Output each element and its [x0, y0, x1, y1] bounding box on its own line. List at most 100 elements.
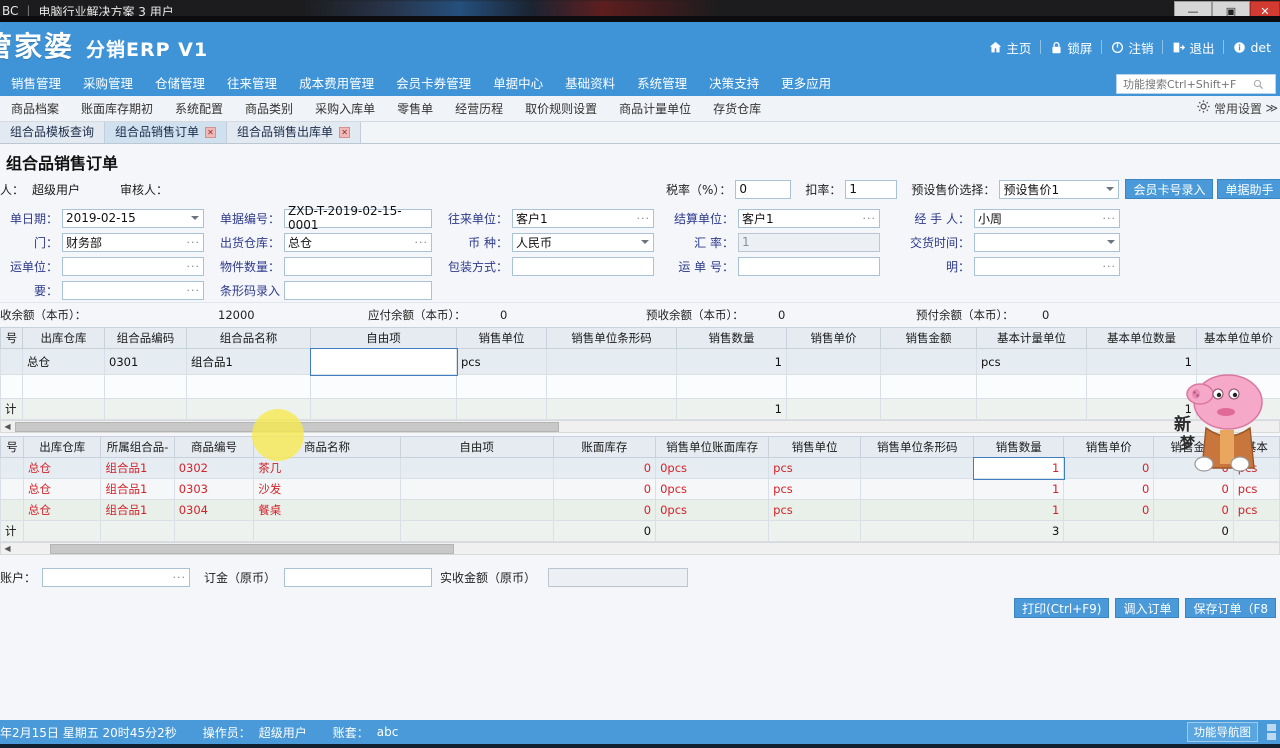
- cell-sales-price[interactable]: [787, 349, 881, 375]
- member-card-button[interactable]: 会员卡号录入: [1125, 179, 1213, 199]
- menu-item-basicdata[interactable]: 基础资料: [554, 72, 626, 96]
- submenu-item-inventory-warehouse[interactable]: 存货仓库: [702, 96, 772, 122]
- cell-sales-unit[interactable]: pcs: [769, 458, 861, 479]
- common-settings-button[interactable]: 常用设置: [1197, 96, 1262, 122]
- cell-sales-unit[interactable]: pcs: [457, 349, 547, 375]
- lookup-icon[interactable]: ···: [637, 213, 651, 224]
- lookup-icon[interactable]: ···: [1103, 213, 1117, 224]
- menu-item-sales[interactable]: 销售管理: [0, 72, 72, 96]
- cell-base-unit[interactable]: pcs: [977, 349, 1087, 375]
- exit-button[interactable]: 退出: [1163, 38, 1223, 57]
- cell-sales-unit-book-stock[interactable]: 0pcs: [656, 500, 769, 521]
- cell-base-price[interactable]: [1197, 349, 1280, 375]
- delivery-time-input[interactable]: [974, 233, 1120, 252]
- component-grid-hscrollbar[interactable]: ◀: [0, 542, 1280, 555]
- barcode-entry-input[interactable]: [284, 281, 432, 300]
- cell-out-warehouse[interactable]: 总仓: [24, 458, 101, 479]
- cell-sales-unit-book-stock[interactable]: 0pcs: [656, 458, 769, 479]
- scroll-left-icon[interactable]: ◀: [1, 543, 14, 554]
- menu-item-moreapps[interactable]: 更多应用: [770, 72, 842, 96]
- cell-empty[interactable]: [1, 375, 23, 399]
- lookup-icon[interactable]: ···: [415, 237, 429, 248]
- cell-out-warehouse[interactable]: 总仓: [24, 479, 101, 500]
- cell-product-code[interactable]: 0304: [174, 500, 254, 521]
- department-input[interactable]: 财务部 ···: [62, 233, 204, 252]
- bill-no-input[interactable]: ZXD-T-2019-02-15-0001: [284, 209, 432, 228]
- summary-input[interactable]: ···: [62, 281, 204, 300]
- cell-empty[interactable]: [457, 375, 547, 399]
- print-button[interactable]: 打印(Ctrl+F9): [1014, 598, 1109, 618]
- cell-empty[interactable]: [1087, 375, 1197, 399]
- menu-item-membercard[interactable]: 会员卡券管理: [385, 72, 482, 96]
- cell-parent-combo[interactable]: 组合品1: [101, 500, 174, 521]
- search-input[interactable]: [1121, 77, 1253, 92]
- preset-price-select[interactable]: 预设售价1: [999, 180, 1119, 199]
- lookup-icon[interactable]: ···: [187, 237, 201, 248]
- cell-product-code[interactable]: 0303: [174, 479, 254, 500]
- handler-input[interactable]: 小周 ···: [974, 209, 1120, 228]
- cell-seq[interactable]: [1, 500, 24, 521]
- cell-combo-code[interactable]: 0301: [105, 349, 187, 375]
- menu-item-system[interactable]: 系统管理: [626, 72, 698, 96]
- lookup-icon[interactable]: ···: [173, 572, 187, 583]
- lookup-icon[interactable]: ···: [1103, 261, 1117, 272]
- menu-item-cost[interactable]: 成本费用管理: [288, 72, 385, 96]
- cell-sales-unit[interactable]: pcs: [769, 500, 861, 521]
- cell-sales-unit-barcode[interactable]: [861, 500, 974, 521]
- tax-rate-input[interactable]: 0: [735, 180, 791, 199]
- cell-parent-combo[interactable]: 组合品1: [101, 458, 174, 479]
- cell-out-warehouse[interactable]: 总仓: [23, 349, 105, 375]
- item-qty-input[interactable]: [284, 257, 432, 276]
- bill-date-input[interactable]: 2019-02-15: [62, 209, 204, 228]
- cell-free-item[interactable]: [311, 349, 457, 375]
- submenu-item-system-config[interactable]: 系统配置: [164, 96, 234, 122]
- cell-seq[interactable]: [1, 458, 24, 479]
- cell-sales-price[interactable]: 0: [1064, 458, 1154, 479]
- cell-book-stock[interactable]: 0: [553, 500, 656, 521]
- cell-sales-unit[interactable]: pcs: [769, 479, 861, 500]
- cell-empty[interactable]: [547, 375, 677, 399]
- currency-select[interactable]: 人民币: [512, 233, 654, 252]
- cell-free-item[interactable]: [400, 479, 553, 500]
- cell-sales-qty[interactable]: 1: [974, 458, 1064, 479]
- menu-item-purchase[interactable]: 采购管理: [72, 72, 144, 96]
- cell-book-stock[interactable]: 0: [553, 479, 656, 500]
- scroll-thumb[interactable]: [50, 544, 454, 554]
- cell-free-item[interactable]: [400, 458, 553, 479]
- cell-base[interactable]: pcs: [1233, 458, 1279, 479]
- scroll-thumb[interactable]: [15, 422, 559, 432]
- partner-input[interactable]: 客户1 ···: [512, 209, 654, 228]
- cell-base[interactable]: pcs: [1233, 500, 1279, 521]
- deposit-input[interactable]: [284, 568, 432, 587]
- cell-sales-amount[interactable]: 0: [1154, 458, 1234, 479]
- cell-empty[interactable]: [311, 375, 457, 399]
- submenu-item-product-file[interactable]: 商品档案: [0, 96, 70, 122]
- cell-seq[interactable]: [1, 479, 24, 500]
- cell-empty[interactable]: [677, 375, 787, 399]
- cell-free-item[interactable]: [400, 500, 553, 521]
- cell-sales-unit-book-stock[interactable]: 0pcs: [656, 479, 769, 500]
- lookup-icon[interactable]: ···: [187, 285, 201, 296]
- cell-product-name[interactable]: 茶几: [254, 458, 401, 479]
- cell-product-name[interactable]: 沙发: [254, 479, 401, 500]
- combo-grid-hscrollbar[interactable]: ◀: [0, 420, 1280, 433]
- submenu-item-product-category[interactable]: 商品类别: [234, 96, 304, 122]
- cell-empty[interactable]: [787, 375, 881, 399]
- cell-sales-qty[interactable]: 1: [974, 479, 1064, 500]
- cell-parent-combo[interactable]: 组合品1: [101, 479, 174, 500]
- cell-sales-qty[interactable]: 1: [974, 500, 1064, 521]
- cell-product-name[interactable]: 餐桌: [254, 500, 401, 521]
- cell-empty[interactable]: [23, 375, 105, 399]
- cell-empty[interactable]: [105, 375, 187, 399]
- logout-button[interactable]: 注销: [1102, 38, 1162, 57]
- cell-seq[interactable]: [1, 349, 23, 375]
- cell-sales-price[interactable]: 0: [1064, 500, 1154, 521]
- bill-assistant-button[interactable]: 单据助手: [1217, 179, 1280, 199]
- close-icon[interactable]: ✕: [205, 127, 216, 138]
- settle-input[interactable]: 客户1 ···: [738, 209, 880, 228]
- cell-sales-amount[interactable]: 0: [1154, 479, 1234, 500]
- function-search[interactable]: [1116, 74, 1276, 94]
- account-input[interactable]: ···: [42, 568, 190, 587]
- cell-sales-amount[interactable]: [881, 349, 977, 375]
- menu-item-warehouse[interactable]: 仓储管理: [144, 72, 216, 96]
